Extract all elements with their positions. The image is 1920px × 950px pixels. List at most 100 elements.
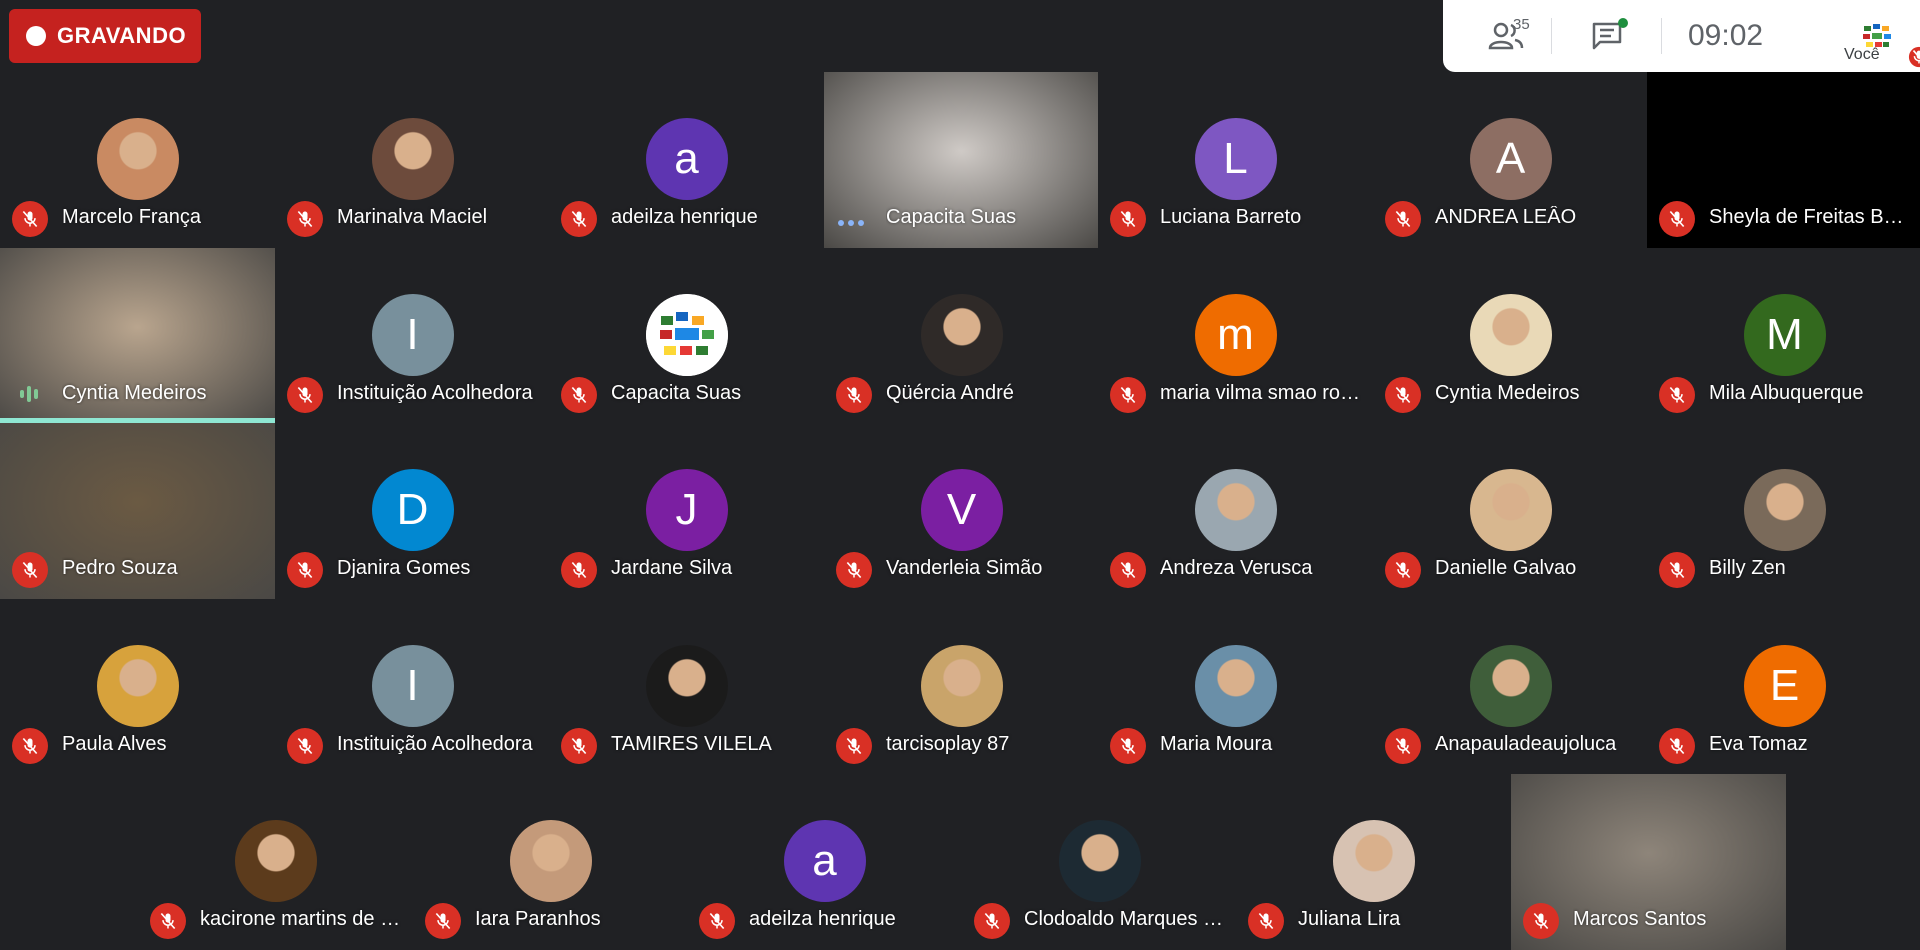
participant-tile[interactable]: Paula Alves (0, 599, 275, 775)
participant-tile[interactable]: tarcisoplay 87 (824, 599, 1099, 775)
mic-off-icon (836, 728, 872, 764)
self-mic-off-icon (1908, 46, 1920, 68)
participant-name: Andreza Verusca (1160, 557, 1361, 580)
avatar (235, 820, 317, 902)
mic-off-icon (287, 552, 323, 588)
avatar (1470, 645, 1552, 727)
participant-tile[interactable]: LLuciana Barreto (1098, 72, 1373, 248)
participant-tile[interactable]: J Jardane Silva (549, 423, 824, 599)
participant-tile[interactable]: Marinalva Maciel (275, 72, 550, 248)
mic-off-icon (974, 903, 1010, 939)
participant-tile[interactable]: MMila Albuquerque (1647, 248, 1920, 424)
avatar (1195, 645, 1277, 727)
participant-tile[interactable]: Cyntia Medeiros (0, 248, 275, 424)
participant-name: Sheyla de Freitas Barbosa (1709, 206, 1910, 229)
participant-tile[interactable]: IInstituição Acolhedora (275, 599, 550, 775)
mic-off-icon (12, 201, 48, 237)
participant-tile[interactable]: Capacita Suas (549, 248, 824, 424)
participant-tile[interactable]: Maria Moura (1098, 599, 1373, 775)
participant-name: Juliana Lira (1298, 908, 1499, 931)
mic-off-icon (1385, 201, 1421, 237)
mic-off-icon (561, 552, 597, 588)
participant-tile[interactable]: Anapauladeaujoluca (1373, 599, 1648, 775)
participant-name: maria vilma smao rodrigues (1160, 382, 1361, 405)
participant-tile[interactable]: VVanderleia Simão (824, 423, 1099, 599)
participant-name: Luciana Barreto (1160, 206, 1361, 229)
mic-off-icon (1659, 201, 1695, 237)
participant-tile[interactable]: Juliana Lira (1236, 774, 1511, 950)
participant-tile[interactable]: a adeilza henrique (549, 72, 824, 248)
avatar (1059, 820, 1141, 902)
meeting-clock: 09:02 (1688, 0, 1763, 72)
mic-off-icon (1385, 552, 1421, 588)
participant-tile[interactable]: Iara Paranhos (413, 774, 688, 950)
self-view-tile[interactable]: Você (1790, 0, 1920, 72)
participant-name: kacirone martins de sousa (200, 908, 401, 931)
mic-off-icon (1110, 201, 1146, 237)
recording-label: GRAVANDO (57, 23, 186, 49)
participant-name: ANDREA LEÂO (1435, 206, 1636, 229)
mic-off-icon (1248, 903, 1284, 939)
participant-name: Pedro Souza (62, 557, 263, 580)
participant-name: Paula Alves (62, 733, 263, 756)
mic-off-icon (561, 728, 597, 764)
avatar: J (646, 469, 728, 551)
avatar (1333, 820, 1415, 902)
mic-off-icon (1110, 377, 1146, 413)
avatar (921, 645, 1003, 727)
participant-tile[interactable]: Pedro Souza (0, 423, 275, 599)
avatar (97, 118, 179, 200)
participant-tile[interactable]: kacirone martins de sousa (138, 774, 413, 950)
people-button[interactable] (1477, 0, 1537, 72)
mic-off-icon (561, 201, 597, 237)
participant-tile[interactable]: Marcos Santos (1511, 774, 1786, 950)
participant-name: Jardane Silva (611, 557, 812, 580)
avatar: m (1195, 294, 1277, 376)
avatar (646, 294, 728, 376)
participant-tile[interactable]: Qüércia André (824, 248, 1099, 424)
mic-off-icon (287, 377, 323, 413)
avatar (372, 118, 454, 200)
participant-tile[interactable]: m maria vilma smao rodrigues (1098, 248, 1373, 424)
participant-tile[interactable]: aadeilza henrique (687, 774, 962, 950)
participant-name: Marcos Santos (1573, 908, 1774, 931)
participant-tile[interactable]: IInstituição Acolhedora (275, 248, 550, 424)
avatar: D (372, 469, 454, 551)
participant-tile[interactable]: A ANDREA LEÂO (1373, 72, 1648, 248)
participant-name: TAMIRES VILELA (611, 733, 812, 756)
chat-button[interactable] (1583, 0, 1633, 72)
participant-tile[interactable]: Danielle Galvao (1373, 423, 1648, 599)
avatar (97, 645, 179, 727)
participant-tile[interactable]: Sheyla de Freitas Barbosa (1647, 72, 1920, 248)
participant-tile[interactable]: TAMIRES VILELA (549, 599, 824, 775)
mic-off-icon (1659, 377, 1695, 413)
avatar: A (1470, 118, 1552, 200)
participant-count: 35 (1513, 16, 1530, 33)
recording-indicator: GRAVANDO (9, 9, 201, 63)
divider (1551, 18, 1552, 54)
participant-tile[interactable]: Billy Zen (1647, 423, 1920, 599)
participant-tile[interactable]: Andreza Verusca (1098, 423, 1373, 599)
participant-name: adeilza henrique (611, 206, 812, 229)
participant-name: Cyntia Medeiros (62, 382, 263, 405)
mic-off-icon (12, 552, 48, 588)
participant-tile[interactable]: Cyntia Medeiros (1373, 248, 1648, 424)
mic-off-icon (425, 903, 461, 939)
participant-name: Mila Albuquerque (1709, 382, 1910, 405)
participant-tile[interactable]: Capacita Suas (824, 72, 1099, 248)
participant-tile[interactable]: EEva Tomaz (1647, 599, 1920, 775)
participant-name: adeilza henrique (749, 908, 950, 931)
participant-name: tarcisoplay 87 (886, 733, 1087, 756)
participant-tile[interactable]: DDjanira Gomes (275, 423, 550, 599)
participant-tile[interactable]: Marcelo França (0, 72, 275, 248)
participant-name: Marinalva Maciel (337, 206, 538, 229)
avatar: a (646, 118, 728, 200)
participant-name: Clodoaldo Marques da Silva (1024, 908, 1225, 931)
participant-tile[interactable]: Clodoaldo Marques da Silva (962, 774, 1237, 950)
avatar (1470, 294, 1552, 376)
mic-off-icon (1659, 728, 1695, 764)
participant-name: Danielle Galvao (1435, 557, 1636, 580)
mic-off-icon (1523, 903, 1559, 939)
participant-name: Capacita Suas (886, 206, 1087, 229)
participant-name: Instituição Acolhedora (337, 382, 538, 405)
